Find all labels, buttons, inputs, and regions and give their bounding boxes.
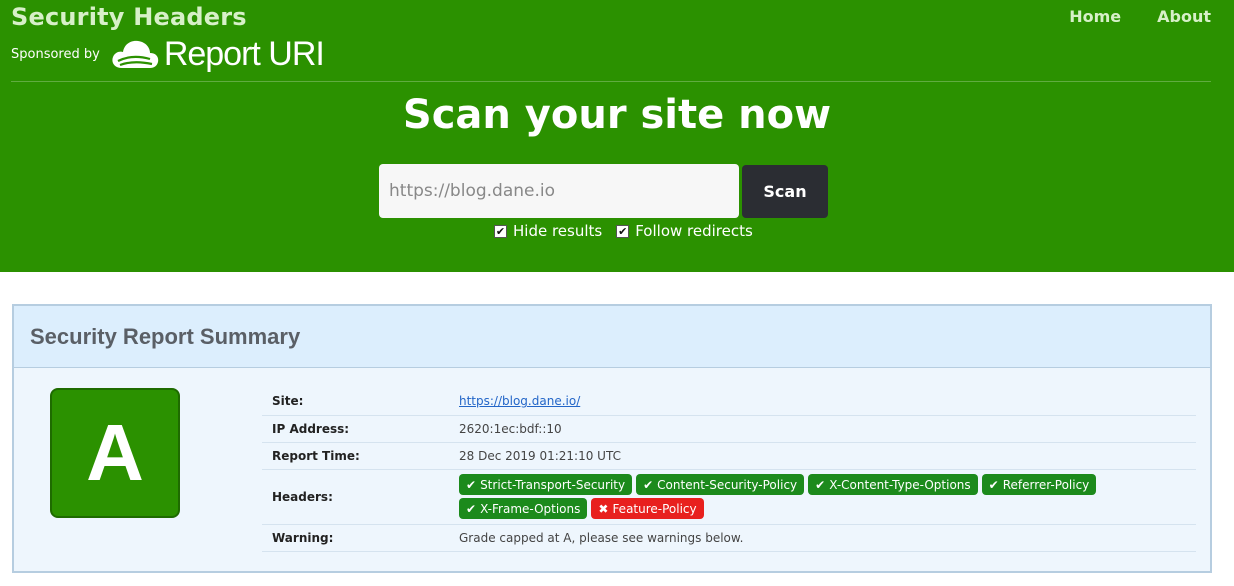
report-time-value: 28 Dec 2019 01:21:10 UTC (449, 442, 1196, 470)
ip-label: IP Address: (262, 415, 449, 443)
header-badges: ✔ Strict-Transport-Security ✔ Content-Secu… (459, 471, 1186, 522)
hide-results-checkbox[interactable]: ✔ (494, 224, 507, 238)
hero-banner: Security Headers Sponsored by Report URI… (0, 0, 1234, 272)
header-badge-feature-policy[interactable]: ✖ Feature-Policy (591, 498, 704, 519)
follow-redirects-option[interactable]: ✔ Follow redirects (616, 222, 753, 240)
follow-redirects-checkbox[interactable]: ✔ (616, 224, 630, 238)
top-nav: Home About (1069, 7, 1211, 26)
header-badge-xcto[interactable]: ✔ X-Content-Type-Options (808, 474, 978, 495)
table-row: Warning: Grade capped at A, please see w… (262, 524, 1196, 552)
header-badge-referrer[interactable]: ✔ Referrer-Policy (981, 474, 1097, 495)
scan-button[interactable]: Scan (742, 165, 828, 218)
sponsor-name: Report URI (163, 34, 325, 73)
header-badge-hsts[interactable]: ✔ Strict-Transport-Security (459, 474, 633, 495)
check-icon: ✔ (815, 477, 826, 492)
hide-results-option[interactable]: ✔ Hide results (494, 222, 602, 240)
grade-badge: A (50, 388, 180, 518)
url-input[interactable] (379, 164, 739, 218)
report-header: Security Report Summary (14, 306, 1210, 368)
header-badge-xfo[interactable]: ✔ X-Frame-Options (459, 498, 588, 519)
header-badge-label: X-Frame-Options (480, 501, 581, 516)
table-row: IP Address: 2620:1ec:bdf::10 (262, 415, 1196, 443)
report-table: Site: https://blog.dane.io/ IP Address: … (262, 388, 1196, 552)
site-label: Site: (262, 388, 449, 416)
report-summary-panel: Security Report Summary A Site: https://… (12, 304, 1212, 573)
report-uri-logo[interactable]: Report URI (110, 34, 325, 74)
site-title[interactable]: Security Headers (11, 3, 247, 31)
header-badge-label: Feature-Policy (612, 501, 697, 516)
ip-value: 2620:1ec:bdf::10 (449, 415, 1196, 443)
scan-heading: Scan your site now (402, 92, 832, 138)
check-icon: ✔ (466, 501, 477, 516)
hide-results-label: Hide results (513, 222, 603, 240)
sponsor-label: Sponsored by (11, 46, 100, 62)
header-badge-label: Content-Security-Policy (657, 477, 798, 492)
header-badge-label: X-Content-Type-Options (829, 477, 971, 492)
warning-value: Grade capped at A, please see warnings b… (449, 524, 1196, 552)
scan-options: ✔ Hide results ✔ Follow redirects (494, 222, 753, 240)
check-icon: ✔ (988, 477, 999, 492)
header-badge-label: Strict-Transport-Security (480, 477, 626, 492)
check-icon: ✔ (466, 477, 477, 492)
divider (11, 81, 1211, 82)
cloud-icon (112, 40, 159, 68)
header-badge-csp[interactable]: ✔ Content-Security-Policy (636, 474, 805, 495)
table-row: Site: https://blog.dane.io/ (262, 388, 1196, 416)
follow-redirects-label: Follow redirects (635, 222, 753, 240)
header-badge-label: Referrer-Policy (1002, 477, 1090, 492)
site-link[interactable]: https://blog.dane.io/ (459, 394, 580, 408)
cross-icon: ✖ (598, 501, 609, 516)
report-time-label: Report Time: (262, 442, 449, 470)
nav-home[interactable]: Home (1069, 7, 1121, 26)
check-icon: ✔ (643, 477, 654, 492)
sponsor-block: Sponsored by Report URI (11, 34, 325, 74)
headers-label: Headers: (262, 469, 449, 525)
warning-label: Warning: (262, 524, 449, 552)
table-row: Headers: ✔ Strict-Transport-Security ✔ Con… (262, 469, 1196, 525)
nav-about[interactable]: About (1157, 7, 1211, 26)
table-row: Report Time: 28 Dec 2019 01:21:10 UTC (262, 442, 1196, 470)
report-title: Security Report Summary (30, 323, 301, 349)
